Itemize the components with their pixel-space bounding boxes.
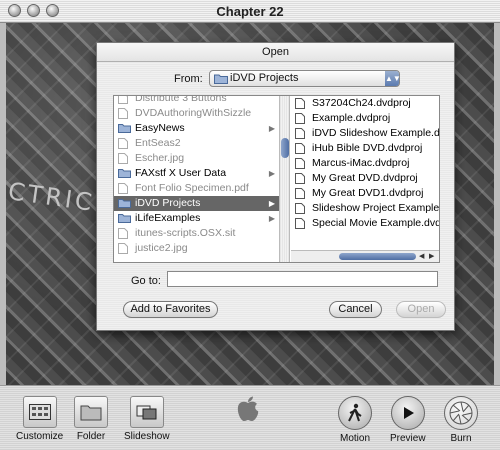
- cancel-button[interactable]: Cancel: [329, 301, 382, 318]
- project-file-item[interactable]: iDVD Slideshow Example.dvdproj: [291, 126, 440, 141]
- file-browser: Distribute 3 Buttons DVDAuthoringWithSizz…: [113, 95, 440, 263]
- browser-item-label: iLifeExamples: [135, 212, 201, 224]
- preview-label: Preview: [390, 433, 426, 444]
- burn-label: Burn: [450, 433, 472, 444]
- from-location-value: iDVD Projects: [230, 72, 299, 84]
- scroll-left-arrow-icon[interactable]: ◀: [419, 251, 424, 262]
- motion-button[interactable]: Motion: [338, 396, 372, 444]
- window-title: Chapter 22: [216, 4, 284, 19]
- project-file-item[interactable]: S37204Ch24.dvdproj: [291, 96, 439, 111]
- disclosure-arrow-icon: ▶: [268, 124, 275, 133]
- project-file-label: Special Movie Example.dvdproj: [312, 217, 440, 229]
- browser-item-label: FAXstf X User Data: [135, 167, 227, 179]
- customize-icon: [22, 396, 57, 428]
- slideshow-button[interactable]: Slideshow: [124, 396, 170, 442]
- project-file-label: Slideshow Project Example.dvdproj: [312, 202, 440, 214]
- disclosure-arrow-icon: ▶: [268, 199, 275, 208]
- project-file-item[interactable]: My Great DVD.dvdproj: [291, 171, 439, 186]
- play-icon: [390, 396, 425, 430]
- browser-item[interactable]: FAXstf X User Data ▶: [114, 166, 279, 181]
- browser-item-label: Escher.jpg: [135, 152, 185, 164]
- background-theme-text: CTRIC: [6, 177, 97, 217]
- folder-label: Folder: [76, 431, 106, 442]
- project-file-label: Example.dvdproj: [312, 112, 391, 124]
- project-file-label: S37204Ch24.dvdproj: [312, 97, 411, 109]
- browser-item-label: EasyNews: [135, 122, 185, 134]
- popup-arrows-icon: ▲▼: [385, 71, 401, 86]
- customize-button[interactable]: Customize: [16, 396, 63, 442]
- disclosure-arrow-icon: ▶: [268, 214, 275, 223]
- dialog-title: Open: [97, 43, 454, 62]
- goto-input[interactable]: [167, 271, 438, 287]
- browser-item-label: justice2.jpg: [135, 242, 188, 254]
- browser-item-label: Font Folio Specimen.pdf: [135, 182, 249, 194]
- project-file-label: iDVD Slideshow Example.dvdproj: [312, 127, 440, 139]
- project-file-item[interactable]: My Great DVD1.dvdproj: [291, 186, 439, 201]
- horizontal-scroll-thumb[interactable]: [339, 253, 416, 260]
- open-dialog: Open From: iDVD Projects ▲▼ Distribute 3…: [96, 42, 455, 331]
- slideshow-icon: [129, 396, 164, 428]
- browser-item[interactable]: EasyNews ▶: [114, 121, 279, 136]
- browser-column-idvd-projects: S37204Ch24.dvdproj Example.dvdproj iDVD Sl…: [291, 96, 440, 262]
- motion-label: Motion: [339, 433, 370, 444]
- running-man-icon: [338, 396, 372, 430]
- goto-label: Go to:: [131, 275, 161, 287]
- project-file-item[interactable]: Example.dvdproj: [291, 111, 439, 126]
- browser-item[interactable]: justice2.jpg: [114, 241, 279, 256]
- customize-label: Customize: [16, 431, 64, 442]
- browser-item[interactable]: Escher.jpg: [114, 151, 279, 166]
- slideshow-label: Slideshow: [124, 431, 170, 442]
- browser-item[interactable]: iDVD Projects ▶: [114, 196, 279, 211]
- browser-item-label: EntSeas2: [135, 137, 181, 149]
- project-file-label: Marcus-iMac.dvdproj: [312, 157, 410, 169]
- add-to-favorites-button[interactable]: Add to Favorites: [123, 301, 218, 318]
- browser-item-label: Distribute 3 Buttons: [135, 96, 227, 104]
- project-file-item[interactable]: iHub Bible DVD.dvdproj: [291, 141, 439, 156]
- project-file-item[interactable]: Marcus-iMac.dvdproj: [291, 156, 439, 171]
- app-window: Chapter 22 CTRIC Open From: iDVD Project…: [0, 0, 500, 450]
- project-file-label: My Great DVD1.dvdproj: [312, 187, 424, 199]
- preview-button[interactable]: Preview: [390, 396, 426, 444]
- project-file-item[interactable]: Special Movie Example.dvdproj: [291, 216, 440, 234]
- document-icon: [118, 243, 128, 259]
- browser-item[interactable]: iLifeExamples ▶: [114, 211, 279, 226]
- apple-logo-icon: [236, 395, 260, 428]
- browser-item-label: DVDAuthoringWithSizzle: [135, 107, 252, 119]
- folder-icon: [214, 73, 228, 89]
- title-bar: Chapter 22: [0, 0, 500, 23]
- burn-button[interactable]: Burn: [444, 396, 478, 444]
- browser-item[interactable]: DVDAuthoringWithSizzle: [114, 106, 279, 121]
- vertical-scroll-thumb[interactable]: [281, 138, 289, 158]
- project-file-label: iHub Bible DVD.dvdproj: [312, 142, 423, 154]
- browser-item[interactable]: Font Folio Specimen.pdf: [114, 181, 279, 196]
- project-file-item[interactable]: Slideshow Project Example.dvdproj: [291, 201, 440, 216]
- burn-aperture-icon: [444, 396, 478, 430]
- disclosure-arrow-icon: ▶: [268, 169, 275, 178]
- browser-item[interactable]: itunes-scripts.OSX.sit: [114, 226, 279, 241]
- browser-horizontal-scrollbar[interactable]: ◀ ▶: [291, 250, 439, 262]
- browser-vertical-scrollbar[interactable]: [279, 96, 290, 262]
- browser-column-parent: Distribute 3 Buttons DVDAuthoringWithSizz…: [114, 96, 279, 262]
- folder-button[interactable]: Folder: [74, 396, 108, 442]
- browser-item[interactable]: Distribute 3 Buttons: [114, 96, 279, 106]
- dvd-project-file-icon: [295, 218, 305, 234]
- folder-icon: [74, 396, 108, 428]
- from-label: From:: [174, 73, 203, 85]
- project-file-label: My Great DVD.dvdproj: [312, 172, 418, 184]
- browser-item-label: iDVD Projects: [135, 197, 201, 209]
- scroll-right-arrow-icon[interactable]: ▶: [429, 251, 434, 262]
- browser-item[interactable]: EntSeas2: [114, 136, 279, 151]
- open-button[interactable]: Open: [396, 301, 446, 318]
- from-location-popup[interactable]: iDVD Projects ▲▼: [209, 70, 401, 89]
- browser-item-label: itunes-scripts.OSX.sit: [135, 227, 236, 239]
